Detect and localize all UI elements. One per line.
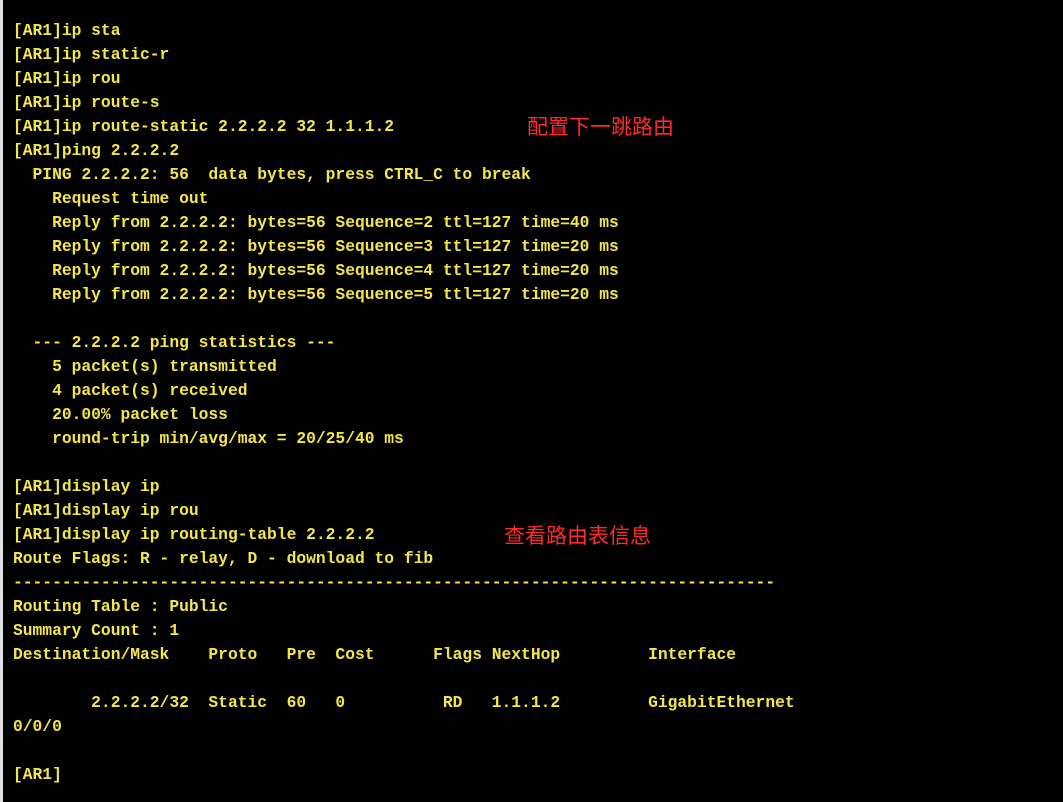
terminal-line: [AR1]ip rou [13, 69, 121, 88]
terminal-line: [AR1]display ip routing-table 2.2.2.2 [13, 525, 375, 544]
terminal-window[interactable]: [AR1]ip sta [AR1]ip static-r [AR1]ip rou… [0, 0, 1063, 802]
terminal-line: 2.2.2.2/32 Static 60 0 RD 1.1.1.2 Gigabi… [13, 693, 795, 712]
terminal-line: 5 packet(s) transmitted [13, 357, 277, 376]
terminal-line: round-trip min/avg/max = 20/25/40 ms [13, 429, 404, 448]
terminal-line: Reply from 2.2.2.2: bytes=56 Sequence=5 … [13, 285, 619, 304]
terminal-line: [AR1]ping 2.2.2.2 [13, 141, 180, 160]
terminal-line: [AR1]ip static-r [13, 45, 170, 64]
terminal-line: 4 packet(s) received [13, 381, 248, 400]
terminal-line: [AR1]ip route-static 2.2.2.2 32 1.1.1.2 [13, 117, 395, 136]
routing-table-annotation: 查看路由表信息 [504, 524, 651, 548]
terminal-line: PING 2.2.2.2: 56 data bytes, press CTRL_… [13, 165, 531, 184]
terminal-line: [AR1]ip route-s [13, 93, 160, 112]
terminal-line: Summary Count : 1 [13, 621, 180, 640]
terminal-line: Request time out [13, 189, 209, 208]
terminal-line: [AR1]ip sta [13, 21, 121, 40]
terminal-line: Reply from 2.2.2.2: bytes=56 Sequence=4 … [13, 261, 619, 280]
terminal-line: [AR1]display ip rou [13, 501, 199, 520]
terminal-line: Route Flags: R - relay, D - download to … [13, 549, 434, 568]
terminal-line: Reply from 2.2.2.2: bytes=56 Sequence=3 … [13, 237, 619, 256]
static-route-annotation: 配置下一跳路由 [527, 115, 674, 139]
terminal-line: 20.00% packet loss [13, 405, 228, 424]
terminal-line: Routing Table : Public [13, 597, 228, 616]
terminal-line: ----------------------------------------… [13, 573, 776, 592]
terminal-line: [AR1]display ip [13, 477, 160, 496]
terminal-line: 0/0/0 [13, 717, 62, 736]
terminal-line: Reply from 2.2.2.2: bytes=56 Sequence=2 … [13, 213, 619, 232]
terminal-line: Destination/Mask Proto Pre Cost Flags Ne… [13, 645, 737, 664]
terminal-line: --- 2.2.2.2 ping statistics --- [13, 333, 336, 352]
terminal-line: [AR1] [13, 765, 62, 784]
